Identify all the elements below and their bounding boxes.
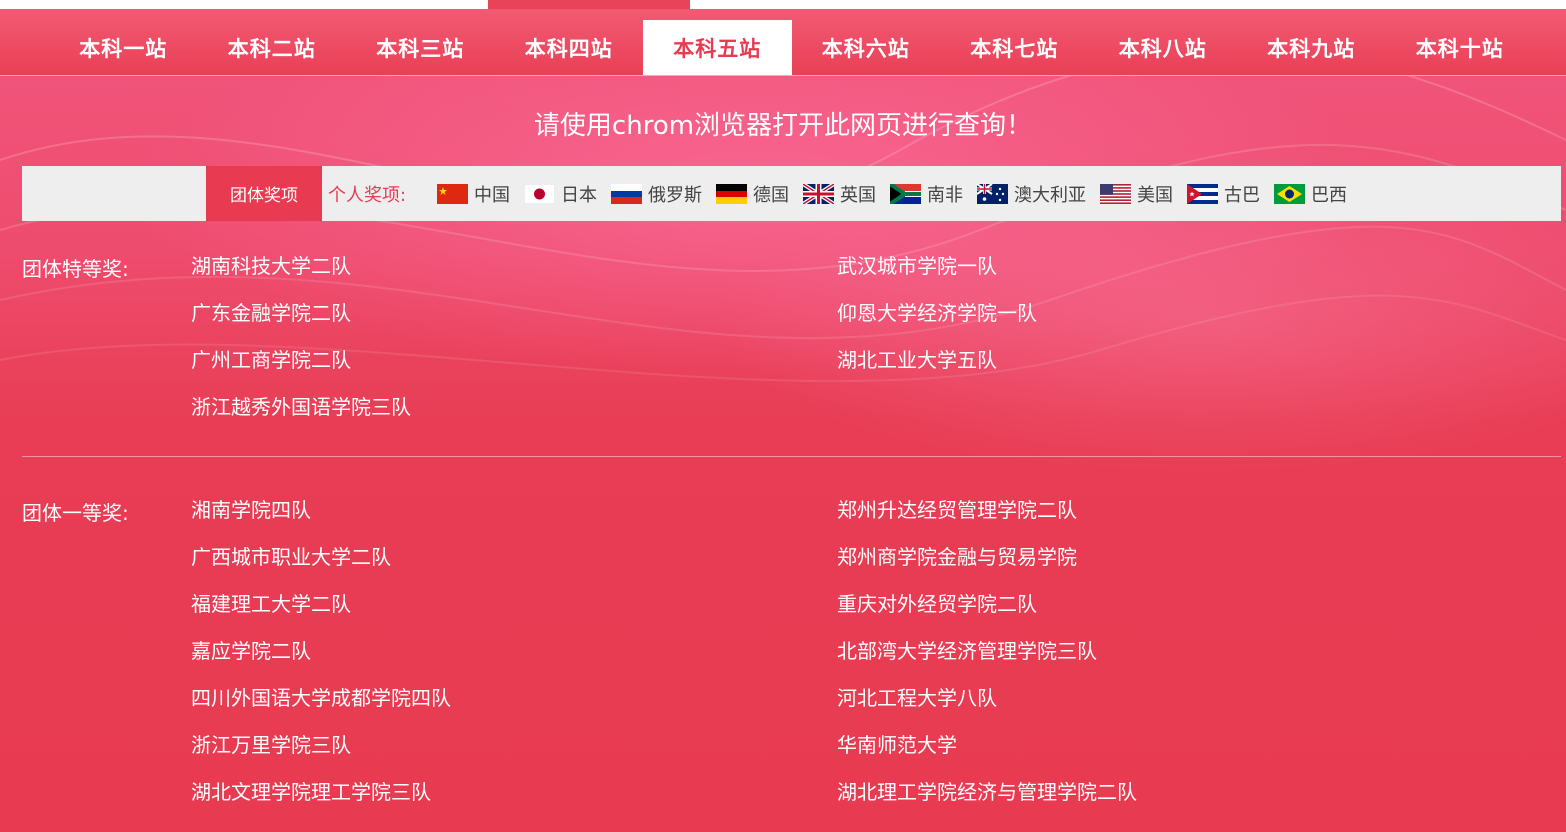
country-china[interactable]: 中国 bbox=[437, 181, 510, 207]
team-awards-tab[interactable]: 团体奖项 bbox=[206, 166, 322, 221]
team-item: 广西城市职业大学二队 bbox=[191, 545, 391, 569]
personal-awards-label: 个人奖项: bbox=[328, 184, 407, 206]
team-item: 湖北工业大学五队 bbox=[837, 348, 997, 372]
team-item: 四川外国语大学成都学院四队 bbox=[191, 686, 451, 710]
gb-flag-icon bbox=[803, 183, 834, 204]
ru-flag-icon bbox=[611, 183, 642, 204]
nav-tab-station-8[interactable]: 本科八站 bbox=[1089, 20, 1238, 75]
country-brazil[interactable]: 巴西 bbox=[1274, 181, 1347, 207]
country-label: 日本 bbox=[561, 184, 597, 206]
nav-tab-station-1[interactable]: 本科一站 bbox=[49, 20, 198, 75]
nav-tab-station-7[interactable]: 本科七站 bbox=[940, 20, 1089, 75]
country-label: 中国 bbox=[474, 184, 510, 206]
team-item: 湖南科技大学二队 bbox=[191, 254, 351, 278]
top-strip bbox=[0, 0, 1566, 9]
country-label: 俄罗斯 bbox=[648, 184, 702, 206]
au-flag-icon bbox=[977, 183, 1008, 204]
team-item: 湖北理工学院经济与管理学院二队 bbox=[837, 780, 1137, 804]
team-item: 北部湾大学经济管理学院三队 bbox=[837, 639, 1097, 663]
nav-tab-station-6[interactable]: 本科六站 bbox=[792, 20, 941, 75]
team-item: 广东金融学院二队 bbox=[191, 301, 351, 325]
team-item: 嘉应学院二队 bbox=[191, 639, 311, 663]
za-flag-icon bbox=[890, 183, 921, 204]
country-cuba[interactable]: 古巴 bbox=[1187, 181, 1260, 207]
team-item: 郑州升达经贸管理学院二队 bbox=[837, 498, 1077, 522]
country-australia[interactable]: 澳大利亚 bbox=[977, 181, 1086, 207]
country-label: 英国 bbox=[840, 184, 876, 206]
team-item: 湖北文理学院理工学院三队 bbox=[191, 780, 431, 804]
country-usa[interactable]: 美国 bbox=[1100, 181, 1173, 207]
country-germany[interactable]: 德国 bbox=[716, 181, 789, 207]
us-flag-icon bbox=[1100, 183, 1131, 204]
award-label: 团体一等奖: bbox=[22, 501, 129, 525]
country-russia[interactable]: 俄罗斯 bbox=[611, 181, 702, 207]
team-item: 武汉城市学院一队 bbox=[837, 254, 997, 278]
award-list-right: 郑州升达经贸管理学院二队 郑州商学院金融与贸易学院 重庆对外经贸学院二队 北部湾… bbox=[837, 497, 1137, 826]
country-list: 中国 日本 俄罗斯 德国 英国 南非 澳大利亚 美国 古巴 巴西 bbox=[437, 166, 1361, 221]
country-label: 南非 bbox=[927, 184, 963, 206]
team-item: 湘南学院四队 bbox=[191, 498, 311, 522]
station-nav: 本科一站 本科二站 本科三站 本科四站 本科五站 本科六站 本科七站 本科八站 … bbox=[0, 9, 1566, 76]
team-item: 郑州商学院金融与贸易学院 bbox=[837, 545, 1077, 569]
nav-tab-station-5[interactable]: 本科五站 bbox=[643, 20, 792, 75]
award-filter-bar: 团体奖项 个人奖项: 中国 日本 俄罗斯 德国 英国 南非 澳大利亚 美国 古巴… bbox=[22, 166, 1561, 221]
award-label: 团体特等奖: bbox=[22, 257, 129, 281]
award-list-right: 武汉城市学院一队 仰恩大学经济学院一队 湖北工业大学五队 bbox=[837, 253, 1037, 394]
nav-tab-station-2[interactable]: 本科二站 bbox=[198, 20, 347, 75]
team-item: 浙江万里学院三队 bbox=[191, 733, 351, 757]
browser-notice: 请使用chrom浏览器打开此网页进行查询！ bbox=[533, 111, 1033, 141]
award-list-left: 湖南科技大学二队 广东金融学院二队 广州工商学院二队 浙江越秀外国语学院三队 bbox=[191, 253, 411, 441]
country-uk[interactable]: 英国 bbox=[803, 181, 876, 207]
cu-flag-icon bbox=[1187, 183, 1218, 204]
cn-flag-icon bbox=[437, 183, 468, 204]
top-strip-notch bbox=[488, 0, 690, 9]
country-south-africa[interactable]: 南非 bbox=[890, 181, 963, 207]
country-label: 德国 bbox=[753, 184, 789, 206]
team-item: 重庆对外经贸学院二队 bbox=[837, 592, 1037, 616]
section-divider bbox=[22, 456, 1561, 457]
de-flag-icon bbox=[716, 183, 747, 204]
nav-tab-station-3[interactable]: 本科三站 bbox=[346, 20, 495, 75]
jp-flag-icon bbox=[524, 183, 555, 204]
nav-tab-station-10[interactable]: 本科十站 bbox=[1386, 20, 1535, 75]
team-item: 仰恩大学经济学院一队 bbox=[837, 301, 1037, 325]
nav-tab-station-9[interactable]: 本科九站 bbox=[1237, 20, 1386, 75]
station-nav-list: 本科一站 本科二站 本科三站 本科四站 本科五站 本科六站 本科七站 本科八站 … bbox=[49, 20, 1534, 75]
br-flag-icon bbox=[1274, 183, 1305, 204]
team-item: 华南师范大学 bbox=[837, 733, 957, 757]
country-label: 古巴 bbox=[1224, 184, 1260, 206]
country-japan[interactable]: 日本 bbox=[524, 181, 597, 207]
nav-tab-station-4[interactable]: 本科四站 bbox=[495, 20, 644, 75]
award-list-left: 湘南学院四队 广西城市职业大学二队 福建理工大学二队 嘉应学院二队 四川外国语大… bbox=[191, 497, 451, 826]
team-item: 河北工程大学八队 bbox=[837, 686, 997, 710]
country-label: 美国 bbox=[1137, 184, 1173, 206]
team-item: 广州工商学院二队 bbox=[191, 348, 351, 372]
team-item: 福建理工大学二队 bbox=[191, 592, 351, 616]
team-item: 浙江越秀外国语学院三队 bbox=[191, 395, 411, 419]
country-label: 澳大利亚 bbox=[1014, 184, 1086, 206]
country-label: 巴西 bbox=[1311, 184, 1347, 206]
